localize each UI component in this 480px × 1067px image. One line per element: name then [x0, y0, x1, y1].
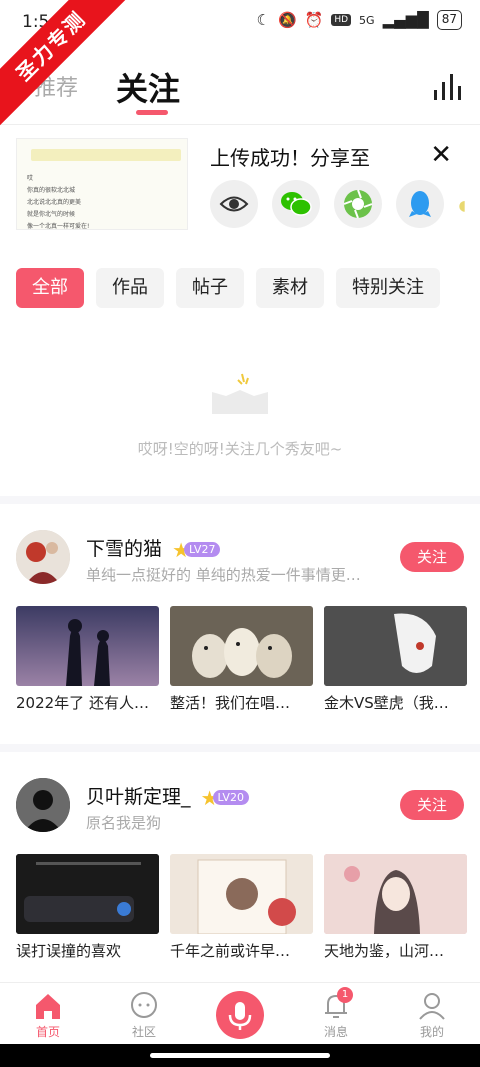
level-label: LV20: [212, 790, 249, 805]
work-title: 整活！我们在唱…: [170, 694, 291, 712]
thumb-line: 哎: [27, 175, 34, 182]
work-item[interactable]: 2022年了 还有人…: [16, 606, 159, 713]
avatar[interactable]: [16, 778, 70, 832]
close-icon[interactable]: ✕: [430, 140, 452, 170]
work-thumbnail: [16, 854, 159, 934]
level-label: LV27: [184, 542, 221, 557]
section-divider: [0, 496, 480, 504]
work-item[interactable]: 天地为鉴，山河…: [324, 854, 467, 961]
follow-button[interactable]: 关注: [400, 790, 464, 820]
chip-all[interactable]: 全部: [16, 268, 84, 308]
nav-me[interactable]: 我的: [384, 983, 480, 1040]
thumb-line: 就是你北气的时候: [27, 211, 76, 218]
creator-name-row: 贝叶斯定理_ ★LV20: [86, 782, 249, 810]
work-item[interactable]: 整活！我们在唱…: [170, 606, 313, 713]
follow-button[interactable]: 关注: [400, 542, 464, 572]
nav-label: 社区: [131, 1025, 156, 1039]
creator-name-row: 下雪的猫 ★LV27: [86, 534, 221, 562]
nav-label: 首页: [35, 1025, 60, 1039]
chat-bubble-icon: [129, 991, 159, 1021]
home-indicator[interactable]: [150, 1053, 330, 1058]
status-icons: ☾ 🔕 ⏰ HD 5G ▂▄▆█ 87: [256, 10, 462, 30]
creator-name[interactable]: 贝叶斯定理_: [86, 786, 191, 808]
creator-name[interactable]: 下雪的猫: [86, 538, 162, 560]
chip-works[interactable]: 作品: [96, 268, 164, 308]
thumb-line: 北北说北北真的更美: [27, 199, 82, 206]
wechat-icon[interactable]: [272, 180, 320, 228]
network-label: 5G: [359, 13, 375, 27]
creator-bio: 单纯一点挺好的 单纯的热爱一件事情更…: [86, 566, 361, 584]
chip-special-follow[interactable]: 特别关注: [336, 268, 440, 308]
work-title: 金木VS壁虎（我…: [324, 694, 449, 712]
work-title: 天地为鉴，山河…: [324, 942, 445, 960]
thumb-line: 你真的很软北北城: [27, 187, 76, 194]
nav-label: 消息: [323, 1025, 348, 1039]
alarm-icon: ⏰: [304, 11, 324, 29]
moon-icon: ☾: [256, 11, 270, 29]
signal-icon: ▂▄▆█: [382, 11, 429, 29]
works-row: 误打误撞的喜欢 千年之前或许早… 天地为鉴，山河…: [16, 854, 467, 961]
mute-icon: 🔕: [277, 11, 297, 29]
empty-state-text: 哎呀!空的呀!关注几个秀友吧~: [137, 440, 343, 458]
profile-icon: [417, 991, 447, 1021]
chip-materials[interactable]: 素材: [256, 268, 324, 308]
level-badge: ★LV27: [172, 538, 221, 562]
work-thumbnail: [16, 606, 159, 686]
work-thumbnail: [324, 854, 467, 934]
share-title: 上传成功！分享至: [210, 146, 370, 170]
moments-icon[interactable]: [334, 180, 382, 228]
nav-home[interactable]: 首页: [0, 983, 96, 1040]
audio-bar: [31, 149, 181, 161]
qq-icon[interactable]: [396, 180, 444, 228]
active-tab-indicator: [136, 110, 168, 115]
work-item[interactable]: 误打误撞的喜欢: [16, 854, 159, 961]
nav-label: 我的: [419, 1025, 444, 1039]
home-icon: [33, 991, 63, 1021]
nav-messages[interactable]: 1 消息: [288, 983, 384, 1040]
hd-icon: HD: [331, 14, 352, 26]
work-title: 千年之前或许早…: [170, 942, 291, 960]
work-item[interactable]: 千年之前或许早…: [170, 854, 313, 961]
share-targets: [210, 180, 444, 228]
corner-watermark: 圣力专测: [0, 0, 130, 130]
category-chips: 全部 作品 帖子 素材 特别关注: [16, 268, 440, 308]
thumb-line: 像一个北真一样可爱在!: [27, 223, 90, 230]
bell-icon: 1: [321, 987, 353, 1021]
avatar[interactable]: [16, 530, 70, 584]
work-title: 2022年了 还有人…: [16, 694, 149, 712]
record-mic-button[interactable]: [216, 991, 264, 1039]
uploaded-work-thumbnail[interactable]: 哎 你真的很软北北城 北北说北北真的更美 就是你北气的时候 像一个北真一样可爱在…: [16, 138, 188, 230]
ranking-icon[interactable]: [434, 72, 462, 100]
work-thumbnail: [170, 854, 313, 934]
work-title: 误打误撞的喜欢: [16, 942, 122, 960]
works-row: 2022年了 还有人… 整活！我们在唱… 金木VS壁虎（我…: [16, 606, 467, 713]
work-item[interactable]: 金木VS壁虎（我…: [324, 606, 467, 713]
watermark-text: 圣力专测: [0, 0, 130, 128]
system-gesture-bar: [0, 1044, 480, 1067]
battery-icon: 87: [436, 10, 462, 30]
chip-posts[interactable]: 帖子: [176, 268, 244, 308]
empty-box-icon: [212, 370, 268, 414]
section-divider: [0, 744, 480, 752]
level-badge: ★LV20: [201, 786, 249, 810]
bottom-nav: 首页 社区 1 消息 我的: [0, 982, 480, 1044]
nav-community[interactable]: 社区: [96, 983, 192, 1040]
notification-badge: 1: [337, 987, 353, 1003]
share-banner: 哎 你真的很软北北城 北北说北北真的更美 就是你北气的时候 像一个北真一样可爱在…: [0, 138, 480, 238]
eye-icon[interactable]: [210, 180, 258, 228]
work-thumbnail: [324, 606, 467, 686]
creator-bio: 原名我是狗: [86, 814, 162, 832]
work-thumbnail: [170, 606, 313, 686]
more-share-icon: ◖: [458, 198, 466, 214]
